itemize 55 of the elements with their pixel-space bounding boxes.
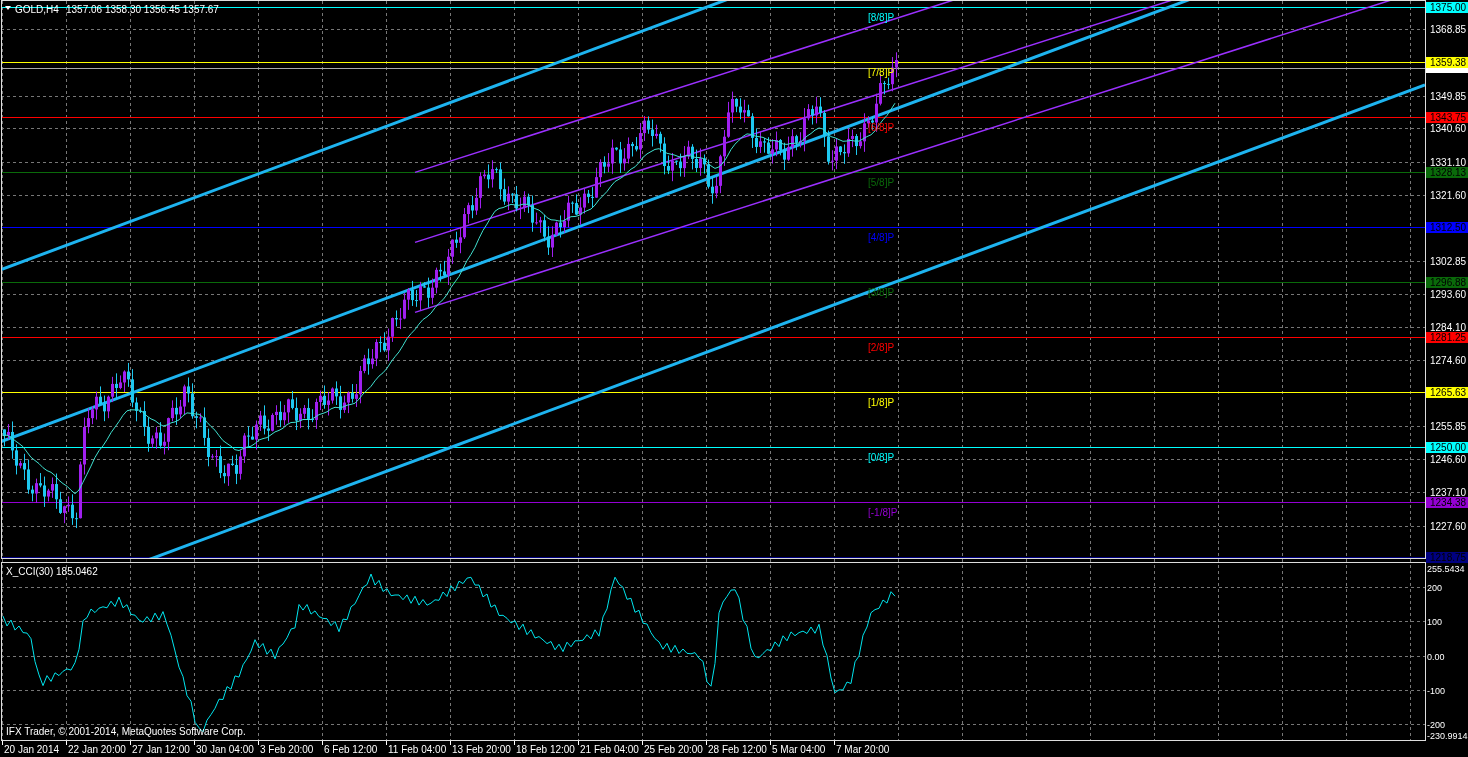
price-tick-label: 1284.10 (1430, 321, 1467, 333)
cci-tick-label: -230.9914 (1427, 730, 1468, 741)
cci-tick-label: 0.00 (1427, 651, 1445, 662)
time-tick-label: 25 Feb 20:00 (644, 744, 703, 755)
level-price-label: 1296.88 (1426, 277, 1468, 288)
time-tick-label: 30 Jan 04:00 (196, 744, 254, 755)
murrey-level-label: [8/8]P (868, 12, 895, 23)
price-tick-label: 1237.10 (1430, 487, 1467, 499)
level-price-label: 1375.00 (1426, 2, 1468, 13)
level-price-label: 1265.63 (1426, 387, 1468, 398)
murrey-level-label: [2/8]P (868, 342, 895, 353)
murrey-level-label: [0/8]P (868, 452, 895, 463)
cci-tick-label: -100 (1427, 685, 1445, 696)
time-tick-label: 20 Jan 2014 (4, 744, 60, 755)
time-tick-label: 22 Jan 20:00 (68, 744, 126, 755)
price-tick-label: 1293.60 (1430, 288, 1467, 300)
time-tick-label: 7 Mar 20:00 (836, 744, 890, 755)
cci-tick-label: 200 (1427, 583, 1443, 594)
copyright-text: IFX Trader, © 2001-2014, MetaQuotes Software Corp. (6, 726, 246, 737)
time-tick-label: 18 Feb 12:00 (516, 744, 575, 755)
level-price-label: 1343.75 (1426, 112, 1468, 123)
dropdown-caret-icon[interactable] (5, 6, 11, 10)
price-tick-label: 1246.60 (1430, 453, 1467, 465)
price-tick-label: 1255.85 (1430, 421, 1467, 433)
price-tick-label: 1349.85 (1430, 90, 1467, 102)
time-tick-label: 13 Feb 20:00 (452, 744, 511, 755)
level-price-label: 1250.00 (1426, 442, 1468, 453)
price-tick-label: 1331.10 (1430, 156, 1467, 168)
level-price-label: 1312.50 (1426, 222, 1468, 233)
time-tick-label: 3 Feb 20:00 (260, 744, 314, 755)
murrey-level-label: [5/8]P (868, 177, 895, 188)
level-price-label: 1218.75 (1426, 552, 1468, 563)
cci-tick-label: -200 (1427, 720, 1445, 731)
time-tick-label: 21 Feb 04:00 (580, 744, 639, 755)
level-price-label: 1359.38 (1426, 57, 1468, 68)
price-tick-label: 1227.60 (1430, 520, 1467, 532)
time-tick-label: 27 Jan 12:00 (132, 744, 190, 755)
price-tick-label: 1302.85 (1430, 255, 1467, 267)
price-tick-label: 1321.60 (1430, 189, 1467, 201)
time-tick-label: 11 Feb 04:00 (388, 744, 447, 755)
murrey-level-label: [-1/8]P (868, 507, 898, 518)
price-tick-label: 1368.85 (1430, 23, 1467, 35)
murrey-level-label: [4/8]P (868, 232, 895, 243)
level-price-label: 1281.25 (1426, 332, 1468, 343)
price-tick-label: 1340.60 (1430, 123, 1467, 135)
time-tick-label: 6 Feb 12:00 (324, 744, 378, 755)
level-price-label: 1234.38 (1426, 497, 1468, 508)
level-price-label: 1328.13 (1426, 167, 1468, 178)
cci-tick-label: 255.5434 (1427, 564, 1465, 574)
murrey-level-label: [1/8]P (868, 397, 895, 408)
indicator-title: X_CCI(30) 185.0462 (6, 566, 98, 577)
cci-tick-label: 100 (1427, 617, 1443, 628)
price-tick-label: 1274.60 (1430, 355, 1467, 367)
time-tick-label: 28 Feb 12:00 (708, 744, 767, 755)
time-tick-label: 5 Mar 04:00 (772, 744, 826, 755)
